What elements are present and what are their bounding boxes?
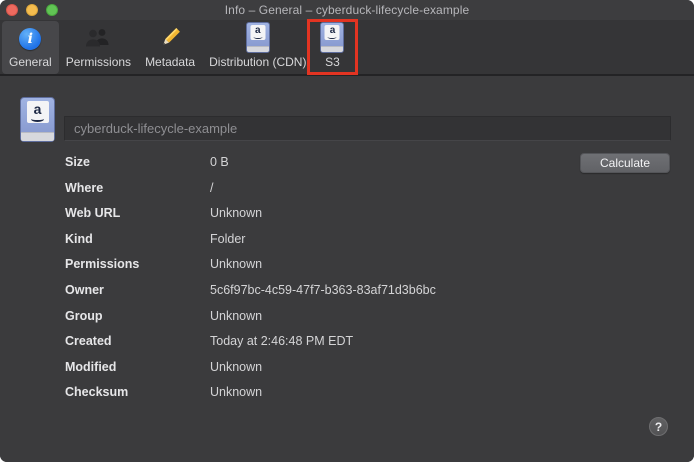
toolbar: i General Permissions (0, 20, 694, 76)
info-window: Info – General – cyberduck-lifecycle-exa… (0, 0, 694, 462)
property-value: / (210, 181, 584, 195)
property-value: 5c6f97bc-4c59-47f7-b363-83af71d3b6bc (210, 283, 584, 297)
calculate-button[interactable]: Calculate (580, 153, 670, 173)
property-row: Size 0 B (65, 155, 584, 181)
tab-general-label: General (9, 56, 52, 69)
property-value: 0 B (210, 155, 584, 169)
bucket-name-input[interactable] (64, 116, 671, 141)
property-value: Unknown (210, 206, 584, 220)
property-label: Where (65, 181, 210, 195)
tab-s3[interactable]: a S3 (313, 20, 351, 74)
property-value: Unknown (210, 360, 584, 374)
property-label: Size (65, 155, 210, 169)
property-row: Owner 5c6f97bc-4c59-47f7-b363-83af71d3b6… (65, 283, 584, 309)
property-row: Created Today at 2:46:48 PM EDT (65, 334, 584, 360)
window-title: Info – General – cyberduck-lifecycle-exa… (225, 3, 470, 17)
tab-distribution-label: Distribution (CDN) (209, 56, 306, 69)
property-row: Modified Unknown (65, 360, 584, 386)
help-button[interactable]: ? (649, 417, 668, 436)
close-button[interactable] (6, 4, 18, 16)
property-value: Folder (210, 232, 584, 246)
property-row: Kind Folder (65, 232, 584, 258)
tab-general[interactable]: i General (2, 21, 59, 74)
title-bar: Info – General – cyberduck-lifecycle-exa… (0, 0, 694, 20)
property-value: Unknown (210, 257, 584, 271)
tab-s3-label: S3 (325, 56, 340, 69)
zoom-button[interactable] (46, 4, 58, 16)
minimize-button[interactable] (26, 4, 38, 16)
people-icon (83, 27, 113, 49)
tab-metadata[interactable]: Metadata (138, 20, 202, 74)
amazon-drive-icon: a (320, 22, 344, 53)
property-value: Unknown (210, 309, 584, 323)
pencil-icon (156, 24, 184, 52)
amazon-drive-icon: a (246, 22, 270, 53)
tab-permissions[interactable]: Permissions (59, 20, 138, 74)
property-label: Checksum (65, 385, 210, 399)
property-label: Modified (65, 360, 210, 374)
property-label: Created (65, 334, 210, 348)
property-value: Today at 2:46:48 PM EDT (210, 334, 584, 348)
property-label: Owner (65, 283, 210, 297)
property-label: Permissions (65, 257, 210, 271)
property-row: Where / (65, 181, 584, 207)
info-icon: i (19, 28, 41, 50)
property-label: Group (65, 309, 210, 323)
property-value: Unknown (210, 385, 584, 399)
tab-permissions-label: Permissions (66, 56, 131, 69)
property-row: Checksum Unknown (65, 385, 584, 411)
bucket-drive-icon: a (20, 97, 55, 142)
property-label: Kind (65, 232, 210, 246)
property-row: Permissions Unknown (65, 257, 584, 283)
property-row: Group Unknown (65, 309, 584, 335)
general-panel: a Size 0 B Where / Web URL Unknown Kind … (0, 76, 694, 462)
tab-distribution-cdn[interactable]: a Distribution (CDN) (202, 20, 313, 74)
property-row: Web URL Unknown (65, 206, 584, 232)
tab-metadata-label: Metadata (145, 56, 195, 69)
property-label: Web URL (65, 206, 210, 220)
traffic-lights (6, 4, 58, 16)
properties-list: Size 0 B Where / Web URL Unknown Kind Fo… (65, 155, 584, 411)
